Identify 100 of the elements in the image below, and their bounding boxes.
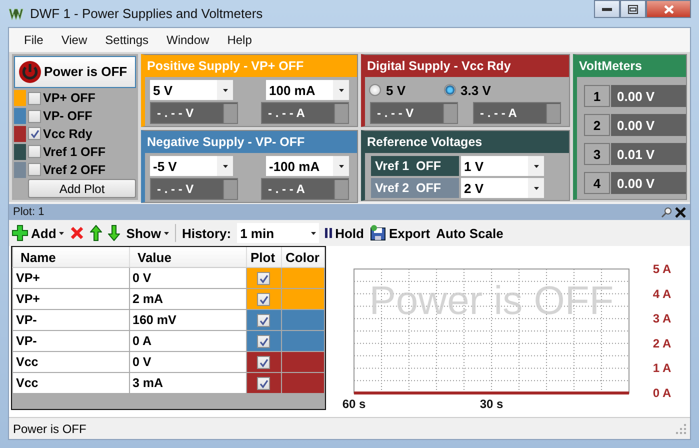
column-header[interactable]: Name	[12, 247, 129, 268]
voltage-readout: - . - - V	[150, 102, 238, 124]
channel-label: VP- OFF	[43, 109, 92, 124]
color-cell[interactable]	[281, 268, 324, 288]
current-readout: - . - - A	[473, 102, 561, 124]
minimize-button[interactable]	[594, 0, 620, 18]
save-icon	[370, 225, 386, 241]
table-cell: 2 mA	[129, 288, 246, 310]
hold-button[interactable]: Hold	[325, 226, 364, 240]
add-button[interactable]: Add	[12, 225, 64, 241]
channel-checkbox[interactable]	[28, 110, 41, 123]
caret-icon	[164, 232, 169, 234]
table-cell: 0 A	[129, 330, 246, 352]
voltage-readout: - . - - V	[370, 102, 458, 124]
meter-number: 3	[584, 143, 610, 165]
current-dropdown[interactable]: -100 mA	[266, 156, 349, 176]
caret-icon	[534, 186, 538, 190]
current-readout: - . - - A	[261, 102, 349, 124]
menu-item[interactable]: Window	[158, 33, 218, 47]
axis-tick-label: 2 A	[652, 336, 672, 350]
export-button[interactable]: Export	[370, 225, 430, 241]
current-dropdown[interactable]: 100 mA	[266, 80, 349, 100]
move-down-button[interactable]	[108, 225, 120, 241]
move-up-button[interactable]	[90, 225, 102, 241]
menu-item[interactable]: View	[52, 33, 96, 47]
plot-checkbox[interactable]	[257, 335, 270, 348]
column-header[interactable]: Plot	[246, 247, 281, 268]
reference-dropdown[interactable]: 2 V	[461, 178, 544, 198]
caret-icon	[338, 88, 344, 92]
maximize-icon	[628, 4, 638, 14]
minimize-icon	[602, 7, 612, 11]
table-cell: 0 V	[129, 268, 246, 288]
axis-tick-label: 60 s	[342, 397, 366, 411]
column-header[interactable]: Value	[129, 247, 246, 268]
table-cell: VP+	[12, 268, 129, 288]
table-cell: 3 mA	[129, 372, 246, 394]
window-title: DWF 1 - Power Supplies and Voltmeters	[30, 6, 263, 21]
channel-checkbox[interactable]	[28, 127, 41, 140]
auto-scale-button[interactable]: Auto Scale	[436, 226, 504, 240]
color-cell[interactable]	[281, 352, 324, 372]
arrow-down-icon	[108, 225, 120, 241]
panel-title: Reference Voltages	[367, 135, 482, 149]
show-button[interactable]: Show	[126, 226, 169, 240]
history-label: History:	[182, 226, 232, 240]
table-cell: 0 V	[129, 352, 246, 372]
panel-title: Positive Supply - VP+ OFF	[147, 59, 304, 73]
caret-icon	[59, 232, 64, 234]
plot-checkbox[interactable]	[257, 377, 270, 390]
caret-icon	[534, 164, 538, 168]
add-plot-button[interactable]: Add Plot	[28, 179, 136, 198]
axis-tick-label: 5 A	[652, 262, 672, 276]
history-dropdown[interactable]: 1 min	[237, 223, 320, 243]
power-button[interactable]: Power is OFF	[14, 56, 136, 88]
channel-label: VP+ OFF	[43, 91, 96, 106]
voltage-dropdown[interactable]: 5 V	[150, 80, 233, 100]
menu-item[interactable]: Settings	[96, 33, 158, 47]
plot-checkbox[interactable]	[257, 314, 270, 328]
meter-reading: 0.01 V	[611, 143, 686, 165]
meter-reading: 0.00 V	[611, 114, 686, 136]
meter-reading: 0.00 V	[611, 85, 686, 107]
meter-number: 2	[584, 114, 610, 136]
column-header[interactable]: Color	[281, 247, 324, 268]
table-cell: VP+	[12, 288, 129, 310]
app-logo-icon	[8, 6, 24, 22]
channel-checkbox[interactable]	[28, 92, 41, 105]
table-cell: VP-	[12, 330, 129, 352]
channel-label: Vref 1 OFF	[43, 144, 106, 159]
menu-item[interactable]: Help	[218, 33, 261, 47]
reference-dropdown[interactable]: 1 V	[461, 156, 544, 176]
current-readout: - . - - A	[261, 178, 349, 200]
caret-icon	[338, 164, 344, 168]
voltage-dropdown[interactable]: -5 V	[150, 156, 233, 176]
color-cell[interactable]	[281, 288, 324, 310]
voltage-radio[interactable]: 3.3 V	[444, 82, 491, 98]
color-cell[interactable]	[281, 330, 324, 352]
axis-tick-label: 1 A	[652, 361, 672, 376]
color-cell[interactable]	[281, 372, 324, 394]
resize-grip-icon[interactable]	[676, 424, 686, 434]
plus-icon	[12, 225, 28, 241]
maximize-button[interactable]	[620, 0, 646, 18]
color-cell[interactable]	[281, 310, 324, 330]
channel-checkbox[interactable]	[28, 163, 41, 176]
delete-button[interactable]	[70, 226, 84, 240]
status-text: Power is OFF	[13, 422, 86, 436]
plot-checkbox[interactable]	[257, 356, 270, 370]
close-icon[interactable]	[675, 206, 686, 218]
plot-checkbox[interactable]	[257, 293, 270, 306]
plot-title: Plot: 1	[13, 206, 44, 218]
close-button[interactable]	[646, 0, 691, 18]
channel-checkbox[interactable]	[28, 145, 41, 158]
table-cell: Vcc	[12, 352, 129, 372]
channel-label: Vcc Rdy	[43, 126, 92, 141]
close-icon	[664, 4, 674, 14]
panel-title: Negative Supply - VP- OFF	[147, 135, 305, 149]
voltage-radio[interactable]: 5 V	[369, 82, 406, 98]
plot-checkbox[interactable]	[257, 272, 270, 286]
table-cell: 160 mV	[129, 310, 246, 330]
axis-tick-label: 4 A	[652, 286, 672, 301]
menu-item[interactable]: File	[15, 33, 52, 47]
table-cell: VP-	[12, 310, 129, 330]
